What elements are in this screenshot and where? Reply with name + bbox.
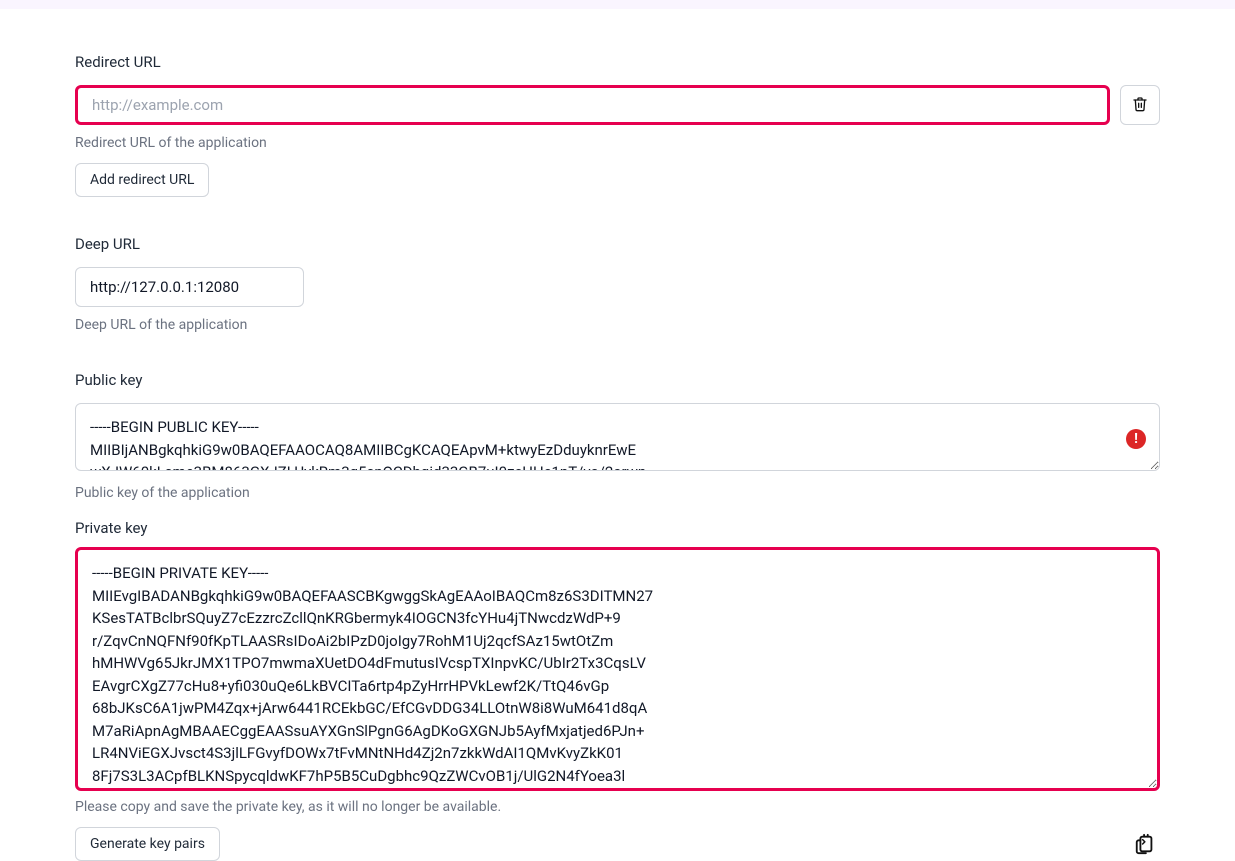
generate-key-pairs-button[interactable]: Generate key pairs [75,827,220,861]
public-key-helper: Public key of the application [75,485,1160,501]
public-key-group: Public key ! Public key of the applicati… [75,371,1160,501]
redirect-url-row [75,85,1160,125]
top-strip [0,0,1235,9]
redirect-url-label: Redirect URL [75,53,1160,71]
private-key-helper: Please copy and save the private key, as… [75,799,1160,815]
form-container: Redirect URL Redirect URL of the applica… [0,9,1235,861]
delete-redirect-button[interactable] [1120,85,1160,125]
redirect-url-group: Redirect URL Redirect URL of the applica… [75,53,1160,197]
redirect-url-helper: Redirect URL of the application [75,135,1160,151]
redirect-url-input[interactable] [75,85,1110,125]
clipboard-icon [1134,833,1156,858]
error-icon: ! [1126,429,1146,449]
deep-url-helper: Deep URL of the application [75,317,1160,333]
trash-icon [1132,96,1148,115]
public-key-label: Public key [75,371,1160,389]
add-redirect-url-button[interactable]: Add redirect URL [75,163,209,197]
private-key-actions: Generate key pairs [75,827,1160,861]
public-key-wrap: ! [75,403,1160,475]
deep-url-group: Deep URL Deep URL of the application [75,235,1160,333]
deep-url-label: Deep URL [75,235,1160,253]
public-key-textarea[interactable] [75,403,1160,471]
private-key-textarea[interactable] [75,547,1160,791]
private-key-group: Private key Please copy and save the pri… [75,519,1160,861]
private-key-label: Private key [75,519,1160,537]
copy-private-key-button[interactable] [1130,830,1160,860]
deep-url-input[interactable] [75,267,304,307]
